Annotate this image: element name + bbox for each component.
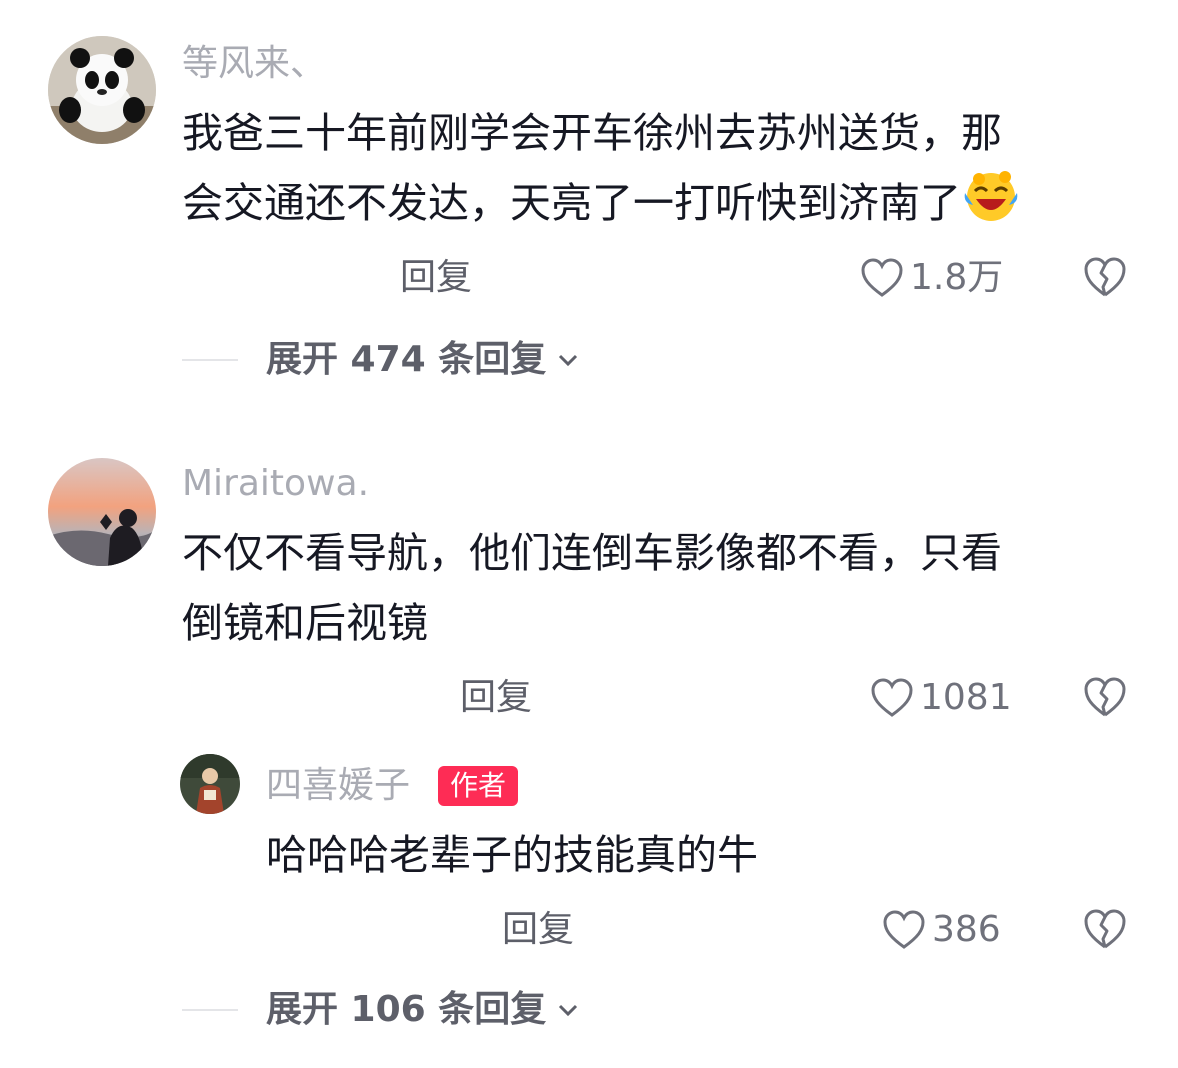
broken-heart-icon: [1084, 677, 1126, 717]
dislike-button[interactable]: [1082, 676, 1128, 722]
dislike-button[interactable]: [1082, 908, 1128, 954]
comment-text: 我爸三十年前刚学会开车徐州去苏州送货，那 会交通还不发达，天亮了一打听快到济南了: [182, 98, 1142, 244]
laughing-crying-emoji-icon: [961, 169, 1021, 244]
comment-text-line-content: 会交通还不发达，天亮了一打听快到济南了: [182, 179, 961, 227]
chevron-down-icon: [559, 354, 578, 367]
heart-outline-icon: [871, 678, 913, 717]
avatar[interactable]: [180, 754, 240, 814]
like-button[interactable]: 1081: [870, 678, 1012, 718]
comment-username[interactable]: Miraitowa.: [182, 464, 369, 504]
comment-text-line: 我爸三十年前刚学会开车徐州去苏州送货，那: [182, 109, 1002, 157]
comment-text: 不仅不看导航，他们连倒车影像都不看，只看 倒镜和后视镜: [182, 518, 1142, 658]
comment-text-line: 倒镜和后视镜: [182, 599, 428, 647]
like-button[interactable]: 386: [882, 910, 1001, 950]
comment-username[interactable]: 等风来、: [182, 44, 326, 84]
sunset-avatar-image: [48, 458, 156, 566]
reply-button[interactable]: 回复: [460, 678, 532, 718]
chevron-down-icon: [559, 1004, 578, 1017]
author-avatar-image: [180, 754, 240, 814]
comment-text-line: 不仅不看导航，他们连倒车影像都不看，只看: [182, 529, 1002, 577]
reply-username[interactable]: 四喜媛子: [266, 766, 410, 806]
expand-replies-label: 展开 106 条回复: [266, 989, 547, 1030]
expand-replies-button[interactable]: 展开 474 条回复: [182, 340, 580, 380]
like-button[interactable]: 1.8万: [860, 258, 1003, 298]
heart-outline-icon: [861, 258, 903, 297]
expand-replies-button[interactable]: 展开 106 条回复: [182, 990, 580, 1030]
like-count: 386: [932, 909, 1001, 950]
avatar[interactable]: [48, 36, 156, 144]
heart-outline-icon: [883, 910, 925, 949]
avatar[interactable]: [48, 458, 156, 566]
like-count: 1081: [920, 677, 1012, 718]
reply-text: 哈哈哈老辈子的技能真的牛: [266, 831, 758, 879]
broken-heart-icon: [1084, 909, 1126, 949]
expand-divider-line: [182, 359, 238, 361]
comment-text-line: 会交通还不发达，天亮了一打听快到济南了: [182, 168, 1142, 244]
expand-replies-label: 展开 474 条回复: [266, 339, 547, 380]
like-count: 1.8万: [910, 257, 1004, 298]
expand-divider-line: [182, 1009, 238, 1011]
dislike-button[interactable]: [1082, 256, 1128, 302]
broken-heart-icon: [1084, 257, 1126, 297]
author-tag: 作者: [438, 766, 519, 806]
reply-button[interactable]: 回复: [502, 910, 574, 950]
reply-button[interactable]: 回复: [400, 258, 472, 298]
panda-avatar-image: [48, 36, 156, 144]
